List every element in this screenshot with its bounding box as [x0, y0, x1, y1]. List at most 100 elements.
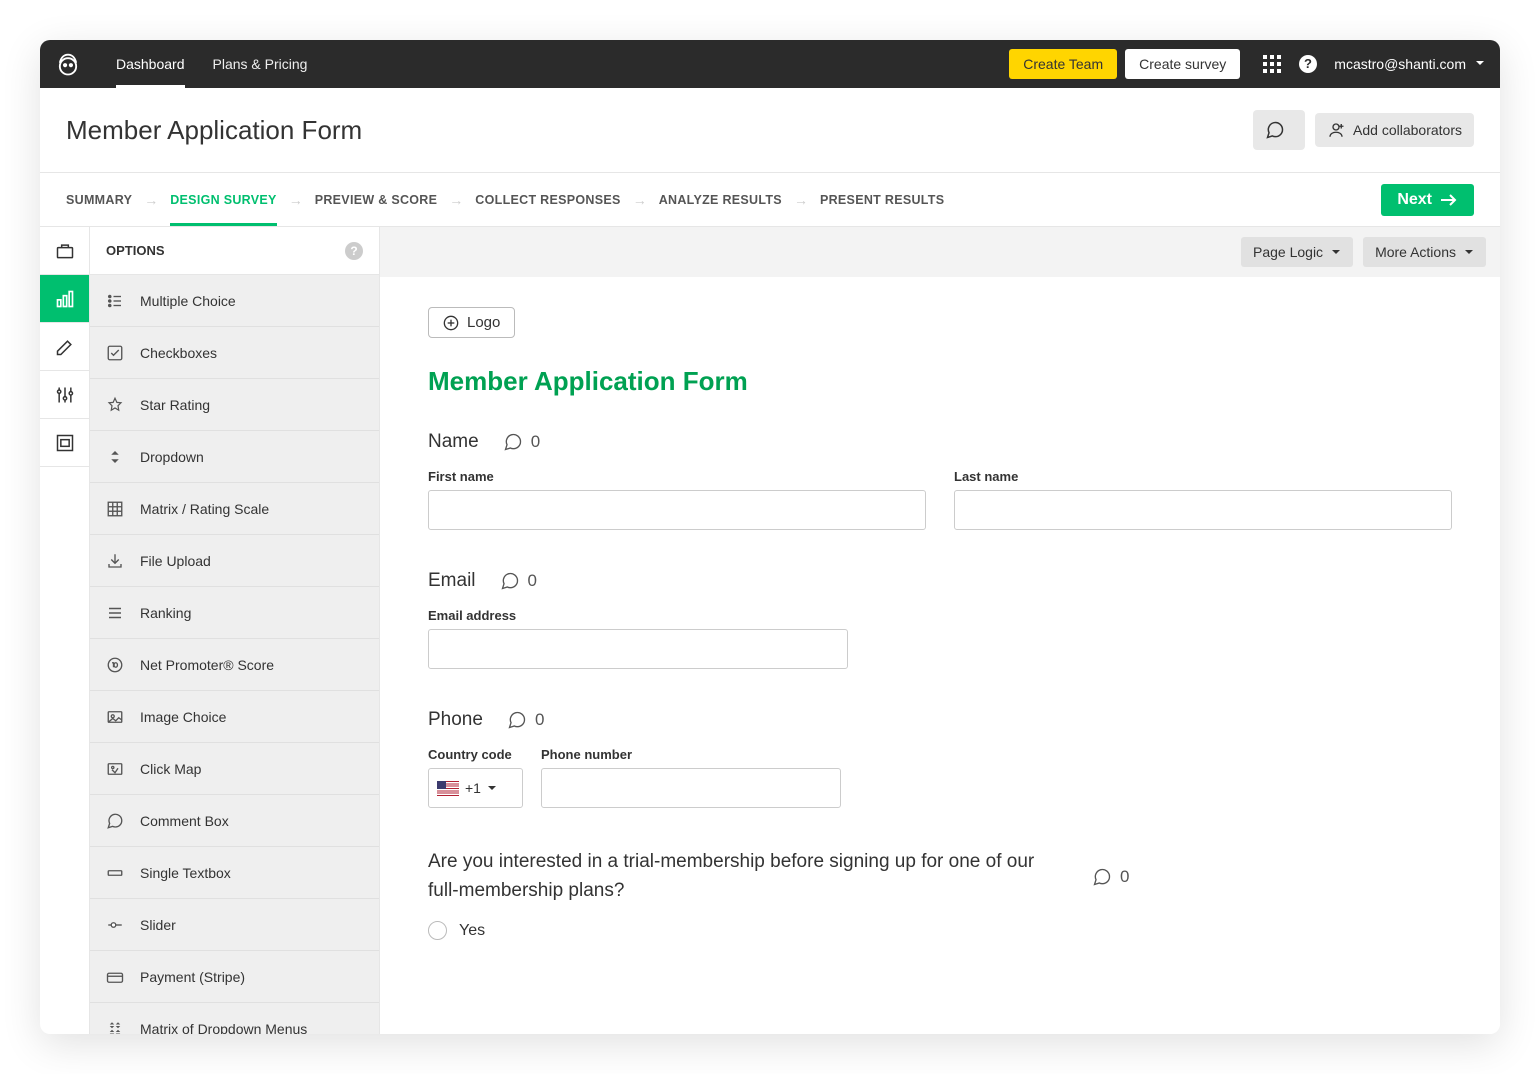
app-logo[interactable] [54, 50, 82, 78]
arrow-icon: → [144, 192, 158, 208]
question-type-icon [106, 344, 128, 362]
question-type-item[interactable]: Payment (Stripe) [90, 951, 379, 1003]
create-team-button[interactable]: Create Team [1009, 49, 1117, 79]
arrow-icon: → [794, 192, 808, 208]
step-design-survey[interactable]: DESIGN SURVEY [170, 193, 276, 207]
question-type-label: Multiple Choice [140, 293, 236, 309]
create-survey-button[interactable]: Create survey [1125, 49, 1240, 79]
question-type-label: Single Textbox [140, 865, 231, 881]
rail-settings-icon[interactable] [40, 371, 89, 419]
comment-icon [500, 571, 520, 591]
svg-text:?: ? [1304, 56, 1312, 71]
question-type-label: Net Promoter® Score [140, 657, 274, 673]
question-type-icon [106, 448, 128, 466]
country-code-select[interactable]: +1 [428, 768, 523, 808]
arrow-icon: → [289, 192, 303, 208]
chevron-down-icon [487, 783, 497, 793]
trial-option-yes[interactable]: Yes [428, 921, 1452, 940]
more-actions-dropdown[interactable]: More Actions [1363, 237, 1486, 267]
question-type-item[interactable]: Image Choice [90, 691, 379, 743]
radio-icon [428, 921, 447, 940]
question-type-item[interactable]: Checkboxes [90, 327, 379, 379]
phone-number-label: Phone number [541, 747, 841, 762]
question-type-label: Click Map [140, 761, 201, 777]
question-type-label: Slider [140, 917, 176, 933]
chevron-down-icon [1331, 247, 1341, 257]
step-preview-score[interactable]: PREVIEW & SCORE [315, 193, 438, 207]
question-type-item[interactable]: Click Map [90, 743, 379, 795]
question-type-icon [106, 1020, 128, 1035]
rail-layout-icon[interactable] [40, 419, 89, 467]
apps-grid-icon[interactable] [1260, 52, 1284, 76]
comment-icon [507, 710, 527, 730]
question-comments-email[interactable]: 0 [500, 571, 537, 591]
question-type-item[interactable]: Net Promoter® Score [90, 639, 379, 691]
first-name-input[interactable] [428, 490, 926, 530]
question-type-icon [106, 604, 128, 622]
user-menu[interactable]: mcastro@shanti.com [1334, 56, 1486, 72]
comment-icon [503, 432, 523, 452]
first-name-label: First name [428, 469, 926, 484]
question-comments-phone[interactable]: 0 [507, 710, 544, 730]
question-comments-name[interactable]: 0 [503, 432, 540, 452]
question-type-icon [106, 552, 128, 570]
next-button[interactable]: Next [1381, 184, 1474, 216]
step-summary[interactable]: SUMMARY [66, 193, 132, 207]
country-code-label: Country code [428, 747, 523, 762]
step-analyze-results[interactable]: ANALYZE RESULTS [659, 193, 782, 207]
comment-icon [1092, 867, 1112, 887]
question-label-name: Name [428, 431, 479, 453]
last-name-label: Last name [954, 469, 1452, 484]
question-type-icon [106, 708, 128, 726]
question-comments-trial[interactable]: 0 [1092, 867, 1129, 887]
comments-button[interactable] [1253, 110, 1305, 150]
question-type-label: Dropdown [140, 449, 204, 465]
help-tooltip-icon[interactable]: ? [345, 242, 363, 260]
question-type-item[interactable]: Ranking [90, 587, 379, 639]
question-type-icon [106, 500, 128, 518]
question-type-label: Star Rating [140, 397, 210, 413]
last-name-input[interactable] [954, 490, 1452, 530]
question-type-icon [106, 396, 128, 414]
nav-dashboard[interactable]: Dashboard [102, 40, 199, 88]
question-type-icon [106, 916, 128, 934]
add-logo-button[interactable]: Logo [428, 307, 515, 338]
question-type-item[interactable]: Dropdown [90, 431, 379, 483]
plus-circle-icon [443, 315, 459, 331]
question-type-item[interactable]: Multiple Choice [90, 275, 379, 327]
arrow-icon: → [633, 192, 647, 208]
question-type-item[interactable]: Star Rating [90, 379, 379, 431]
rail-style-icon[interactable] [40, 323, 89, 371]
question-type-item[interactable]: Matrix of Dropdown Menus [90, 1003, 379, 1034]
question-type-label: Image Choice [140, 709, 226, 725]
step-collect-responses[interactable]: COLLECT RESPONSES [475, 193, 620, 207]
question-type-item[interactable]: Comment Box [90, 795, 379, 847]
question-type-icon [106, 968, 128, 986]
rail-toolbox-icon[interactable] [40, 227, 89, 275]
step-present-results[interactable]: PRESENT RESULTS [820, 193, 944, 207]
question-type-item[interactable]: File Upload [90, 535, 379, 587]
question-type-label: Ranking [140, 605, 191, 621]
phone-number-input[interactable] [541, 768, 841, 808]
form-title[interactable]: Member Application Form [428, 366, 1452, 397]
chevron-down-icon [1474, 56, 1486, 72]
rail-build-icon[interactable] [40, 275, 89, 323]
question-type-icon [106, 812, 128, 830]
question-type-label: Checkboxes [140, 345, 217, 361]
email-address-input[interactable] [428, 629, 848, 669]
add-collaborators-button[interactable]: Add collaborators [1315, 113, 1474, 147]
question-type-label: Matrix of Dropdown Menus [140, 1021, 307, 1035]
help-icon[interactable]: ? [1296, 52, 1320, 76]
question-type-item[interactable]: Slider [90, 899, 379, 951]
nav-plans-pricing[interactable]: Plans & Pricing [199, 40, 322, 88]
question-type-icon [106, 656, 128, 674]
question-type-label: Matrix / Rating Scale [140, 501, 269, 517]
question-type-item[interactable]: Matrix / Rating Scale [90, 483, 379, 535]
page-logic-dropdown[interactable]: Page Logic [1241, 237, 1353, 267]
question-type-label: Payment (Stripe) [140, 969, 245, 985]
question-label-trial: Are you interested in a trial-membership… [428, 848, 1068, 905]
page-title: Member Application Form [66, 115, 1243, 146]
question-label-phone: Phone [428, 709, 483, 731]
question-type-item[interactable]: Single Textbox [90, 847, 379, 899]
arrow-icon: → [449, 192, 463, 208]
